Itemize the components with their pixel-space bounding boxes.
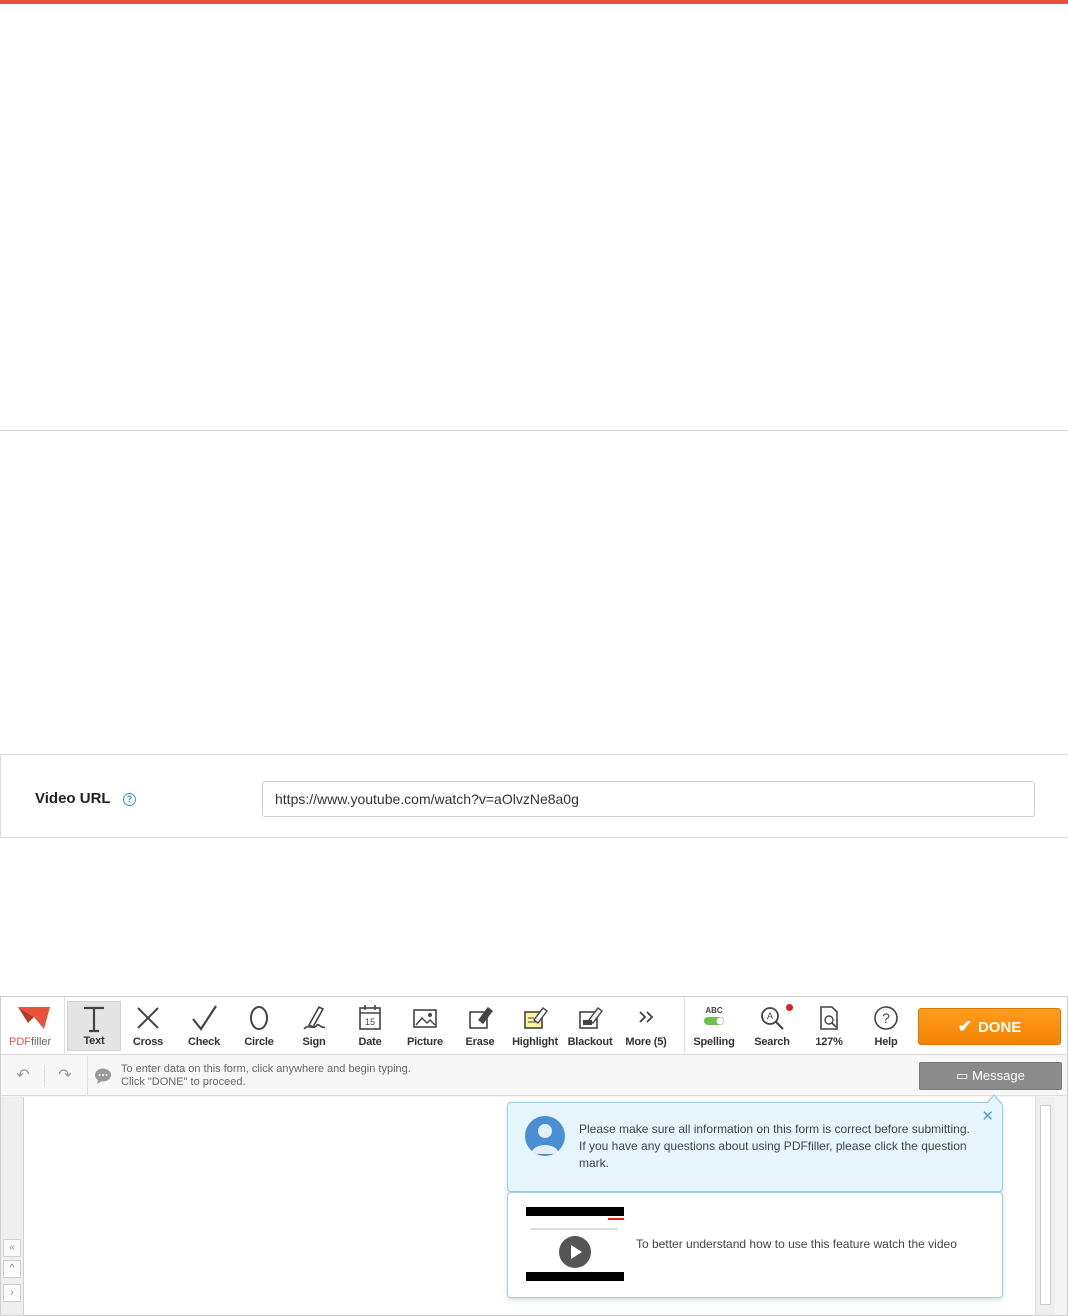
prev-page-icon[interactable]: ^ (3, 1260, 21, 1278)
first-page-icon[interactable]: « (3, 1239, 21, 1257)
page-nav-rail: « ^ › (1, 1097, 23, 1315)
circle-icon (250, 1006, 268, 1030)
date-day-text: 15 (365, 1017, 375, 1027)
video-thumbnail[interactable] (526, 1207, 624, 1281)
question-icon[interactable]: ? (123, 793, 136, 806)
logo-pdf-text: PDF (9, 1036, 31, 1048)
tool-blackout[interactable]: Blackout (563, 1001, 617, 1051)
hint-line-1: To enter data on this form, click anywhe… (121, 1063, 411, 1075)
pdffiller-logo: PDFfiller (1, 997, 65, 1055)
tool-picture[interactable]: Picture (398, 1001, 452, 1051)
zoom-icon (820, 1006, 838, 1030)
tool-label: Text (83, 1035, 105, 1047)
section-divider (0, 430, 1068, 431)
tool-label: More (5) (625, 1036, 667, 1048)
pdf-editor-screenshot: PDFfiller Text Cross Check Circle Sign 1… (0, 996, 1068, 1316)
toolbar-separator (684, 997, 685, 1055)
subbar-separator (87, 1056, 88, 1096)
erase-icon (469, 1007, 493, 1029)
avatar (525, 1116, 565, 1156)
info-tooltip: ✕ Please make sure all information on th… (507, 1094, 1003, 1192)
tool-label: Circle (244, 1036, 274, 1048)
notification-dot (786, 1004, 793, 1011)
tool-check[interactable]: Check (177, 1001, 231, 1051)
subbar-separator (44, 1065, 45, 1087)
tool-cross[interactable]: Cross (121, 1001, 175, 1051)
video-url-label: Video URL (35, 790, 111, 807)
tool-label: Help (874, 1036, 898, 1048)
tool-label: Search (754, 1036, 790, 1048)
tool-search[interactable]: A Search (745, 1001, 799, 1051)
tool-zoom[interactable]: 127% (802, 1001, 856, 1051)
done-label: DONE (977, 1019, 1022, 1036)
tool-spelling[interactable]: ABC Spelling (687, 1001, 741, 1051)
video-tip: To better understand how to use this fea… (507, 1192, 1003, 1298)
highlight-icon (524, 1007, 548, 1029)
video-url-input[interactable] (262, 781, 1035, 817)
done-button[interactable]: ✔ DONE (918, 1008, 1061, 1045)
tool-label: Check (187, 1036, 221, 1048)
tool-circle[interactable]: Circle (232, 1001, 286, 1051)
tool-label: Picture (407, 1036, 443, 1048)
tool-label: 127% (815, 1036, 843, 1048)
video-tip-text: To better understand how to use this fea… (636, 1237, 957, 1251)
message-icon: ▭ (956, 1068, 969, 1083)
svg-text:?: ? (882, 1010, 890, 1026)
editor-toolbar: PDFfiller Text Cross Check Circle Sign 1… (1, 997, 1067, 1055)
editor-subbar: ↶ ↷ To enter data on this form, click an… (1, 1056, 1067, 1096)
spelling-abc-text: ABC (705, 1006, 723, 1015)
tool-label: Erase (465, 1036, 495, 1048)
tool-label: Sign (302, 1036, 326, 1048)
tool-label: Spelling (693, 1036, 735, 1048)
pdffiller-logo-icon (18, 1007, 50, 1029)
logo-filler-text: filler (31, 1036, 52, 1048)
tool-label: Blackout (567, 1036, 613, 1048)
top-accent-bar (0, 0, 1068, 4)
tool-date[interactable]: 15 Date (343, 1001, 397, 1051)
tool-label: Date (358, 1036, 382, 1048)
message-button[interactable]: ▭ Message (919, 1062, 1062, 1090)
tool-text[interactable]: Text (67, 1001, 121, 1051)
check-icon (192, 1005, 217, 1031)
chat-bubble-icon (95, 1068, 111, 1084)
tool-more[interactable]: More (5) (619, 1001, 673, 1051)
message-label: Message (972, 1068, 1025, 1083)
cross-icon (137, 1007, 159, 1029)
scrollbar-thumb[interactable] (1040, 1105, 1051, 1305)
tool-erase[interactable]: Erase (453, 1001, 507, 1051)
text-icon (84, 1006, 104, 1033)
tool-label: Highlight (512, 1036, 558, 1048)
help-icon: ? (874, 1006, 898, 1030)
video-url-panel: Video URL ? (0, 754, 1068, 838)
vertical-scrollbar[interactable] (1035, 1097, 1055, 1315)
user-avatar-icon (531, 1124, 559, 1154)
play-icon[interactable] (559, 1236, 591, 1268)
tooltip-text: Please make sure all information on this… (579, 1122, 970, 1170)
date-icon: 15 (359, 1005, 381, 1030)
spelling-toggle-icon: ABC (704, 1006, 724, 1025)
search-icon: A (761, 1007, 784, 1030)
svg-text:A: A (767, 1011, 773, 1021)
tool-help[interactable]: ? Help (859, 1001, 913, 1051)
editor-hint: To enter data on this form, click anywhe… (121, 1063, 411, 1089)
next-page-icon[interactable]: › (3, 1284, 21, 1302)
tool-sign[interactable]: Sign (287, 1001, 341, 1051)
tool-label: Cross (132, 1036, 164, 1048)
checkmark-icon: ✔ (957, 1017, 972, 1036)
sign-icon (303, 1005, 326, 1030)
close-icon[interactable]: ✕ (981, 1107, 994, 1125)
hint-line-2: Click "DONE" to proceed. (121, 1076, 246, 1088)
picture-icon (413, 1009, 437, 1028)
tooltip-arrow (986, 1094, 1002, 1104)
double-chevron-icon (639, 1011, 654, 1023)
blackout-icon (579, 1007, 603, 1029)
redo-icon[interactable]: ↷ (55, 1066, 75, 1086)
tool-highlight[interactable]: Highlight (508, 1001, 562, 1051)
undo-icon[interactable]: ↶ (13, 1066, 33, 1086)
